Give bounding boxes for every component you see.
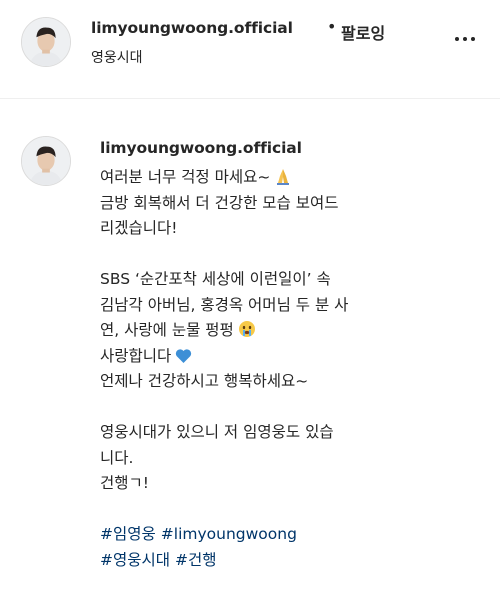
more-dot — [471, 37, 475, 41]
caption-line-text: 연, 사랑에 눈물 펑펑 — [100, 321, 234, 339]
caption-line: 여러분 너무 걱정 마세요~ — [100, 165, 470, 191]
caption-avatar[interactable] — [21, 136, 71, 186]
caption-text: 여러분 너무 걱정 마세요~ 금방 회복해서 더 건강한 모습 보여드 리겠습니… — [100, 165, 470, 573]
crying-face-icon — [238, 320, 256, 347]
hashtag-link[interactable]: #영웅시대 — [100, 551, 170, 569]
folded-hands-icon — [274, 167, 292, 194]
caption-line: 니다. — [100, 448, 134, 467]
caption-line-text: 여러분 너무 걱정 마세요~ — [100, 168, 271, 186]
hashtag-link[interactable]: #limyoungwoong — [161, 525, 297, 543]
avatar-photo-icon — [22, 137, 70, 185]
caption-line: 언제나 건강하시고 행복하세요~ — [100, 372, 309, 390]
caption-username[interactable]: limyoungwoong.official — [100, 139, 302, 157]
profile-avatar[interactable] — [21, 17, 71, 67]
location-link[interactable]: 영웅시대 — [91, 47, 143, 67]
hashtag-link[interactable]: #건행 — [175, 551, 217, 569]
caption-line: 김남각 아버님, 홍경옥 어머님 두 분 사 — [100, 295, 349, 314]
hashtag-link[interactable]: #임영웅 — [100, 525, 156, 543]
post-header: limyoungwoong.official • 팔로잉 영웅시대 — [0, 0, 500, 99]
header-username[interactable]: limyoungwoong.official — [91, 19, 293, 37]
header-separator: • — [327, 17, 337, 36]
following-button[interactable]: 팔로잉 — [341, 20, 385, 44]
more-options-icon[interactable] — [455, 32, 483, 46]
caption-line: 리겠습니다! — [100, 219, 178, 237]
caption-line: 연, 사랑에 눈물 펑펑 — [100, 318, 470, 344]
caption-line: 금방 회복해서 더 건강한 모습 보여드 — [100, 193, 339, 212]
more-dot — [455, 37, 459, 41]
more-dot — [463, 37, 467, 41]
avatar-photo-icon — [22, 18, 70, 66]
caption-line: SBS ‘순간포착 세상에 이런일이’ 속 — [100, 270, 331, 288]
caption-line: 건행ㄱ! — [100, 474, 149, 492]
caption-line-text: 사랑합니다 — [100, 346, 172, 365]
hashtag-line: #영웅시대 #건행 — [100, 548, 470, 574]
hashtag-line: #임영웅 #limyoungwoong — [100, 522, 470, 548]
caption-line: 사랑합니다 — [100, 344, 470, 370]
caption-line: 영웅시대가 있으니 저 임영웅도 있습 — [100, 423, 334, 441]
